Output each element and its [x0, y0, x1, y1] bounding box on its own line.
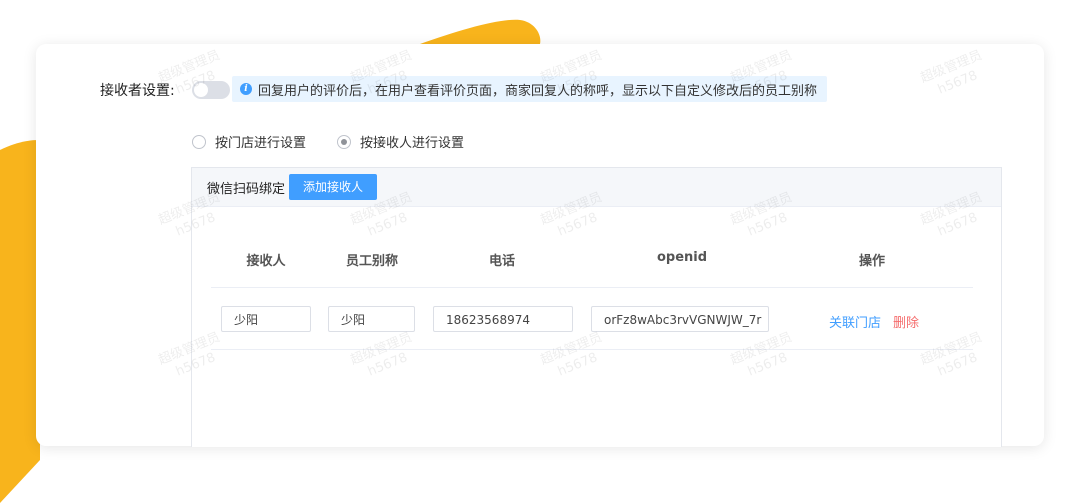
hint-text: 回复用户的评价后，在用户查看评价页面，商家回复人的称呼，显示以下自定义修改后的员… — [258, 83, 818, 99]
panel-title: 微信扫码绑定 — [207, 181, 286, 197]
header-alias: 员工别称 — [345, 254, 398, 269]
radio-label: 按门店进行设置 — [215, 136, 307, 151]
settings-card: 接收者设置: i 回复用户的评价后，在用户查看评价页面，商家回复人的称呼，显示以… — [36, 44, 1044, 447]
phone-input[interactable]: 18623568974 — [433, 306, 573, 332]
receiver-setting-toggle[interactable] — [192, 81, 230, 99]
toggle-knob — [194, 83, 208, 97]
radio-by-receiver[interactable]: 按接收人进行设置 — [337, 132, 464, 151]
receiver-input[interactable]: 少阳 — [221, 306, 311, 332]
delete-button[interactable]: 删除 — [893, 312, 919, 331]
receiver-setting-label: 接收者设置: — [100, 83, 175, 99]
row-divider — [211, 349, 973, 350]
radio-circle-checked — [337, 134, 351, 149]
link-store-button[interactable]: 关联门店 — [829, 312, 881, 331]
alias-input[interactable]: 少阳 — [328, 306, 415, 332]
radio-label: 按接收人进行设置 — [360, 136, 465, 151]
panel-header: 微信扫码绑定 添加接收人 — [192, 168, 1001, 207]
header-receiver: 接收人 — [246, 254, 286, 269]
header-actions: 操作 — [858, 254, 885, 269]
radio-by-store[interactable]: 按门店进行设置 — [192, 132, 306, 151]
openid-input[interactable]: orFz8wAbc3rvVGNWJW_7r — [591, 306, 769, 332]
header-divider — [211, 287, 973, 288]
hint-banner: i 回复用户的评价后，在用户查看评价页面，商家回复人的称呼，显示以下自定义修改后… — [232, 76, 828, 102]
add-receiver-button[interactable]: 添加接收人 — [289, 174, 378, 200]
wechat-bind-panel: 微信扫码绑定 添加接收人 接收人 员工别称 电话 openid 操作 少阳 少阳… — [191, 167, 1002, 447]
header-openid: openid — [656, 250, 708, 265]
info-icon: i — [240, 83, 252, 95]
header-phone: 电话 — [488, 254, 515, 269]
radio-circle — [192, 134, 206, 149]
